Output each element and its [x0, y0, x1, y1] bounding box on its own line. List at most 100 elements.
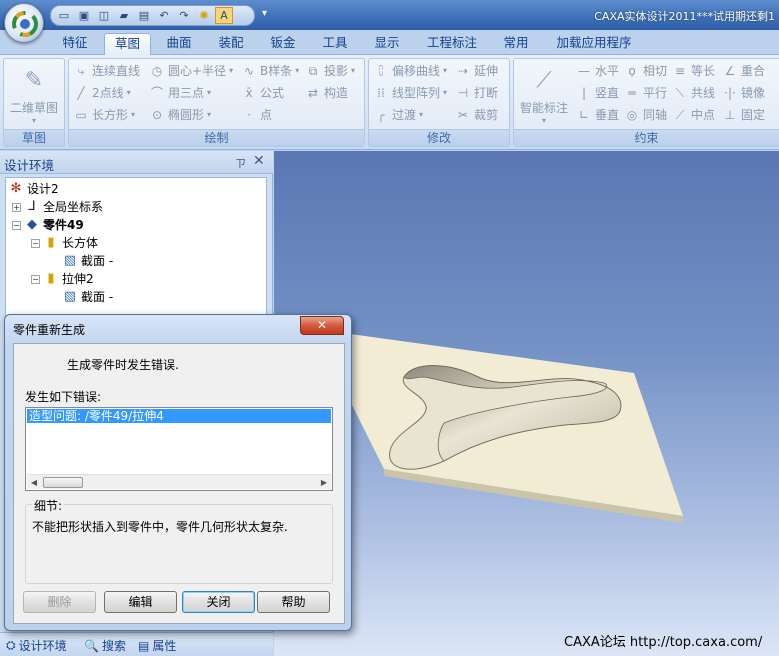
new-icon[interactable]: ▭ — [55, 7, 73, 24]
vertical-button[interactable]: | 竖直 — [576, 83, 619, 103]
panel-header: 设计环境 ㄗ ✕ — [0, 151, 273, 174]
tab-surface[interactable]: 曲面 — [158, 33, 200, 55]
help-button[interactable]: 帮助 — [257, 591, 330, 613]
open-icon[interactable]: ▣ — [75, 7, 93, 24]
qat-customize-button[interactable]: ▾ — [262, 8, 267, 19]
smart-dimension-button[interactable]: ⟋ 智能标注 ▾ — [516, 63, 572, 127]
tab-addins[interactable]: 加载应用程序 — [550, 33, 638, 55]
tree-item-part[interactable]: − ◆ 零件49 — [12, 216, 84, 234]
extend-button[interactable]: ⇢ 延伸 — [455, 61, 498, 81]
horizontal-scrollbar[interactable]: ◀ ▶ — [27, 474, 331, 489]
app-menu-button[interactable] — [4, 3, 44, 43]
ribbon-group-modify: ⩇ 偏移曲线 ▾ ⇢ 延伸 ⁞⁞ 线型阵列 ▾ ⊣ 打断 ╭ 过渡 ▾ ✂ 裁剪 修改 — [368, 58, 510, 147]
scroll-left-icon[interactable]: ◀ — [27, 476, 41, 489]
fixed-icon: ⊥ — [724, 108, 736, 122]
tree-item-extrude2[interactable]: − ▮ 拉伸2 — [31, 270, 94, 288]
fillet-button[interactable]: ╭ 过渡 ▾ — [373, 105, 423, 125]
construct-button[interactable]: ⇄ 构造 — [305, 83, 348, 103]
scroll-right-icon[interactable]: ▶ — [317, 476, 331, 489]
group-label-constraint: 约束 — [514, 129, 779, 146]
sketch-2d-button[interactable]: ✎ 二维草图 ▾ — [6, 63, 62, 127]
collapse-icon[interactable]: − — [31, 274, 40, 284]
close-button[interactable]: 关闭 — [182, 591, 255, 613]
redo-icon[interactable]: ↷ — [175, 7, 193, 24]
tree-item-cuboid[interactable]: − ▮ 长方体 — [31, 234, 98, 252]
collapse-icon[interactable]: − — [31, 238, 40, 248]
mirror-button[interactable]: ·|· 镜像 — [722, 83, 765, 103]
tab-search[interactable]: 🔍 搜索 — [84, 637, 126, 654]
tree-item-section[interactable]: ▧ 截面 - — [62, 288, 113, 306]
horizontal-button[interactable]: — 水平 — [576, 61, 619, 81]
tab-annotation[interactable]: 工程标注 — [419, 33, 485, 55]
three-point-arc-button[interactable]: ⌒ 用三点 ▾ — [149, 83, 211, 103]
ribbon-group-draw: ⤷ 连续直线 ◷ 圆心+半径 ▾ ∿ B样条 ▾ ⧉ 投影 ▾ ╱ 2点线 ▾ ⌒ 用三点 ▾ x̄ 公… — [68, 58, 365, 147]
pin-icon[interactable]: ㄗ — [235, 155, 246, 171]
parallel-icon: ═ — [628, 86, 636, 100]
ribbon: ✎ 二维草图 ▾ 草图 ⤷ 连续直线 ◷ 圆心+半径 ▾ ∿ B样条 ▾ ⧉ 投影 ▾ ╱ 2点… — [0, 55, 779, 150]
collapse-icon[interactable]: − — [12, 220, 21, 230]
polyline-button[interactable]: ⤷ 连续直线 — [73, 61, 140, 81]
forum-link[interactable]: CAXA论坛 http://top.caxa.com/ — [564, 631, 762, 650]
tree-item-design[interactable]: ✻ 设计2 — [8, 180, 59, 198]
offset-curve-button[interactable]: ⩇ 偏移曲线 ▾ — [373, 61, 447, 81]
bulb-icon[interactable]: ✺ — [195, 7, 213, 24]
circle-center-radius-button[interactable]: ◷ 圆心+半径 ▾ — [149, 61, 233, 81]
panel-close-icon[interactable]: ✕ — [253, 153, 265, 169]
group-label-sketch: 草图 — [4, 129, 64, 146]
point-button[interactable]: · 点 — [241, 105, 272, 125]
properties-icon: ▤ — [138, 638, 150, 653]
fixed-button[interactable]: ⊥ 固定 — [722, 105, 765, 125]
trim-button[interactable]: ✂ 裁剪 — [455, 105, 498, 125]
error-list-item[interactable]: 造型问题: /零件49/拉伸4 — [27, 409, 331, 423]
delete-button[interactable]: 删除 — [23, 591, 96, 613]
tab-properties[interactable]: ▤ 属性 — [138, 637, 176, 654]
equal-length-button[interactable]: ≡ 等长 — [672, 61, 715, 81]
folder-icon[interactable]: ▰ — [115, 7, 133, 24]
perpendicular-button[interactable]: ∟ 垂直 — [576, 105, 619, 125]
break-button[interactable]: ⊣ 打断 — [455, 83, 498, 103]
ribbon-tab-bar: 特征 草图 曲面 装配 钣金 工具 显示 工程标注 常用 加载应用程序 — [0, 30, 779, 55]
tab-sketch[interactable]: 草图 — [104, 33, 151, 55]
fillet-icon: ╭ — [377, 108, 385, 122]
formula-icon: x̄ — [245, 86, 253, 100]
coincident-button[interactable]: ∠ 重合 — [722, 61, 765, 81]
edit-button[interactable]: 编辑 — [104, 591, 177, 613]
dialog-close-button[interactable]: ✕ — [300, 316, 344, 335]
dialog-title: 零件重新生成 — [13, 323, 86, 337]
tab-sheetmetal[interactable]: 钣金 — [262, 33, 304, 55]
parallel-button[interactable]: ═ 平行 — [624, 83, 667, 103]
ellipse-button[interactable]: ⊙ 椭圆形 ▾ — [149, 105, 211, 125]
project-button[interactable]: ⧉ 投影 ▾ — [305, 61, 355, 81]
error-list[interactable]: 造型问题: /零件49/拉伸4 ◀ ▶ — [25, 407, 333, 491]
bspline-button[interactable]: ∿ B样条 ▾ — [241, 61, 299, 81]
midpoint-button[interactable]: ⟋ 中点 — [672, 105, 715, 125]
perpendicular-icon: ∟ — [578, 108, 590, 122]
tab-tools[interactable]: 工具 — [314, 33, 356, 55]
tab-design-environment[interactable]: ⛭ 设计环境 — [6, 637, 67, 654]
window-icon[interactable]: ◫ — [95, 7, 113, 24]
tangent-icon: ọ — [628, 64, 636, 78]
tab-feature[interactable]: 特征 — [55, 33, 95, 55]
tab-assembly[interactable]: 装配 — [210, 33, 252, 55]
save-icon[interactable]: ▤ — [135, 7, 153, 24]
rectangle-button[interactable]: ▭ 长方形 ▾ — [73, 105, 135, 125]
circle-icon: ◷ — [151, 64, 163, 78]
tree-item-global-coords[interactable]: + ⅃ 全局坐标系 — [12, 198, 103, 216]
tangent-button[interactable]: ọ 相切 — [624, 61, 667, 81]
app-logo-icon — [12, 11, 38, 37]
tree-item-section[interactable]: ▧ 截面 - — [62, 252, 113, 270]
formula-button[interactable]: x̄ 公式 — [241, 83, 284, 103]
linear-pattern-button[interactable]: ⁞⁞ 线型阵列 ▾ — [373, 83, 447, 103]
tab-display[interactable]: 显示 — [366, 33, 408, 55]
undo-icon[interactable]: ↶ — [155, 7, 173, 24]
expand-icon[interactable]: + — [12, 202, 21, 212]
concentric-icon: ◎ — [626, 108, 638, 122]
design-tree-icon: ⛭ — [6, 638, 16, 652]
tab-common[interactable]: 常用 — [495, 33, 537, 55]
design-tree: ✻ 设计2 + ⅃ 全局坐标系 − ◆ 零件49 − ▮ 长方体 ▧ 截面 - … — [5, 177, 267, 337]
design-icon[interactable]: A — [215, 7, 233, 24]
scroll-thumb[interactable] — [43, 477, 83, 488]
two-point-line-button[interactable]: ╱ 2点线 ▾ — [73, 83, 130, 103]
concentric-button[interactable]: ◎ 同轴 — [624, 105, 667, 125]
collinear-button[interactable]: ⟍ 共线 — [672, 83, 715, 103]
